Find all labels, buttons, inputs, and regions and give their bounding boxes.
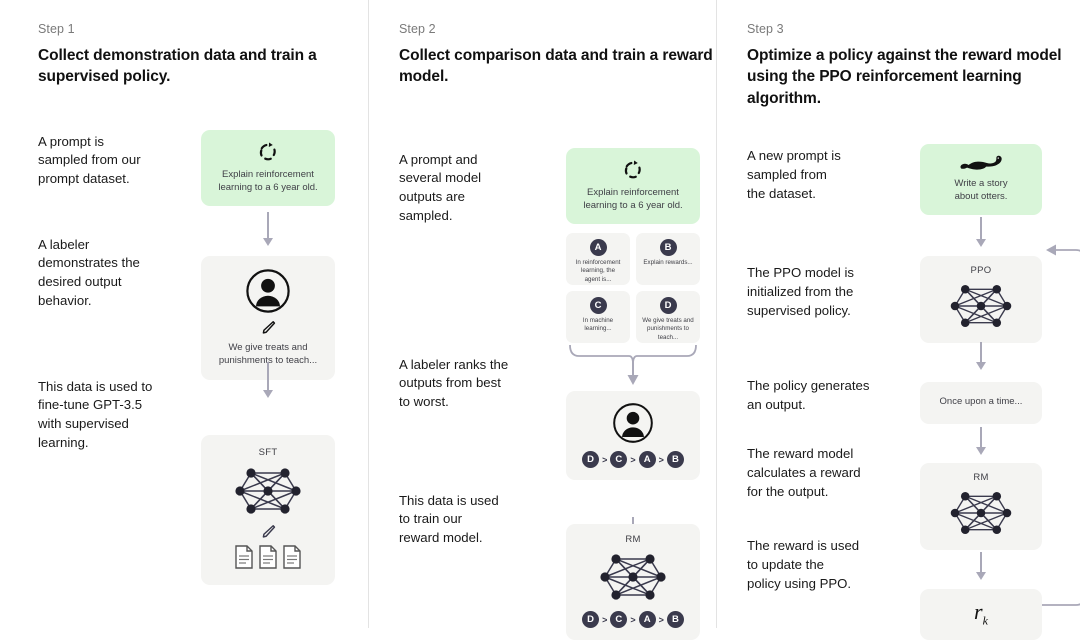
step-2-rm-label: RM [625, 534, 641, 546]
step-3-desc-3: The policy generates an output. [747, 378, 870, 412]
option-badge-b: B [659, 239, 677, 257]
person-circle-icon [574, 402, 692, 444]
option-card-d: D We give treats and punishments to teac… [636, 291, 700, 344]
step-3-ppo-label: PPO [970, 264, 992, 276]
step-1-desc-2: A labeler demonstrates the desired outpu… [38, 236, 140, 308]
step-3-feedback-loop [1042, 242, 1080, 622]
rank-sep-2: > [630, 454, 636, 465]
step-3-flow: Write a story about otters. PPO Once upo… [920, 144, 1080, 640]
step-1-label: Step 1 [38, 22, 75, 36]
step-1-arrow-1 [262, 211, 274, 246]
option-text-a: In reinforcement learning, the agent is.… [575, 259, 621, 283]
step-2-flow: Explain reinforcement learning to a 6 ye… [566, 147, 700, 640]
step-3-desc-5: The reward is used to update the policy … [747, 538, 860, 591]
step-1-sft-label: SFT [258, 447, 278, 458]
step-3-arrow-1 [975, 217, 987, 248]
step-1-desc-3: This data is used to fine-tune GPT-3.5 w… [38, 378, 153, 450]
documents-icon [209, 545, 327, 569]
rm-rank-badge-2: C [610, 611, 628, 629]
otter-icon [928, 154, 1034, 173]
option-text-b: Explain rewards... [643, 259, 693, 267]
step-3-desc-1: A new prompt is sampled from the dataset… [747, 148, 841, 201]
person-circle-icon [209, 268, 327, 314]
refresh-circle-icon [574, 159, 692, 181]
step-2-prompt-card: Explain reinforcement learning to a 6 ye… [566, 147, 700, 225]
step-3-desc-4: The reward model calculates a reward for… [747, 446, 861, 499]
step-3-prompt-text: Write a story about otters. [954, 178, 1008, 202]
neural-network-icon [574, 549, 692, 605]
rm-rank-badge-3: A [638, 611, 656, 629]
step-3-title: Optimize a policy against the reward mod… [747, 47, 1062, 107]
step-1-desc-1: A prompt is sampled from our prompt data… [38, 133, 141, 187]
neural-network-icon [209, 463, 327, 519]
step-3-output-text: Once upon a time... [939, 395, 1023, 407]
step-2-options: A In reinforcement learning, the agent i… [566, 233, 700, 344]
rm-rank-sep-1: > [602, 614, 608, 625]
rank-badge-2: C [610, 451, 628, 469]
option-badge-c: C [589, 297, 607, 315]
step-2-prompt-text: Explain reinforcement learning to a 6 ye… [583, 186, 683, 211]
refresh-circle-icon [209, 141, 327, 163]
step-1-arrow-2 [262, 361, 274, 398]
step-3-reward-card: rk [920, 588, 1042, 640]
option-card-c: C In machine learning... [566, 291, 630, 344]
step-2-ranking-row: D > C > A > B [574, 451, 692, 469]
reward-symbol: rk [974, 598, 988, 627]
option-card-b: B Explain rewards... [636, 233, 700, 286]
step-2-merge-brace [566, 345, 700, 387]
step-2-rm-card: RM D > C > A > B [566, 524, 700, 640]
step-3-arrow-2 [975, 342, 987, 371]
rm-rank-badge-1: D [582, 611, 600, 629]
step-1-sft-card: SFT [201, 435, 335, 585]
rm-rank-badge-4: B [666, 611, 684, 629]
step-1-column: Step 1 Collect demonstration data and tr… [0, 0, 368, 628]
step-3-arrow-3 [975, 427, 987, 456]
neural-network-icon [928, 280, 1034, 332]
step-1-flow: Explain reinforcement learning to a 6 ye… [201, 129, 335, 585]
option-card-a: A In reinforcement learning, the agent i… [566, 233, 630, 286]
step-3-column: Step 3 Optimize a policy against the rew… [716, 0, 1080, 640]
step-3-rm-label: RM [973, 471, 989, 483]
step-3-ppo-card: PPO [920, 255, 1042, 343]
step-2-rm-ranking-row: D > C > A > B [574, 611, 692, 629]
option-text-d: We give treats and punishments to teach.… [642, 317, 694, 341]
rm-rank-sep-2: > [630, 614, 636, 625]
step-1-prompt-card: Explain reinforcement learning to a 6 ye… [201, 129, 335, 207]
step-3-output-card: Once upon a time... [920, 381, 1042, 424]
step-2-desc-1: A prompt and several model outputs are s… [399, 151, 482, 223]
step-3-desc-2: The PPO model is initialized from the su… [747, 265, 855, 318]
rm-rank-sep-3: > [658, 614, 664, 625]
step-1-prompt-text: Explain reinforcement learning to a 6 ye… [218, 168, 318, 193]
step-3-arrow-4 [975, 552, 987, 581]
option-badge-a: A [589, 239, 607, 257]
option-badge-d: D [659, 297, 677, 315]
step-2-title: Collect comparison data and train a rewa… [399, 47, 713, 86]
step-2-ranking-card: D > C > A > B [566, 391, 700, 481]
step-2-column: Step 2 Collect comparison data and train… [368, 0, 716, 640]
rank-badge-4: B [666, 451, 684, 469]
rank-badge-3: A [638, 451, 656, 469]
pencil-icon [209, 319, 327, 336]
option-text-c: In machine learning... [582, 317, 614, 333]
step-2-desc-3: This data is used to train our reward mo… [399, 492, 499, 546]
rank-sep-3: > [658, 454, 664, 465]
rank-sep-1: > [602, 454, 608, 465]
rlhf-diagram: Step 1 Collect demonstration data and tr… [0, 0, 1080, 640]
step-1-title: Collect demonstration data and train a s… [38, 47, 317, 86]
step-3-prompt-card: Write a story about otters. [920, 144, 1042, 215]
step-3-rm-card: RM [920, 462, 1042, 550]
pencil-icon [209, 523, 327, 540]
step-2-label: Step 2 [399, 22, 436, 36]
rank-badge-1: D [582, 451, 600, 469]
step-3-label: Step 3 [747, 22, 784, 36]
neural-network-icon [928, 487, 1034, 539]
step-2-desc-2: A labeler ranks the outputs from best to… [399, 356, 509, 410]
